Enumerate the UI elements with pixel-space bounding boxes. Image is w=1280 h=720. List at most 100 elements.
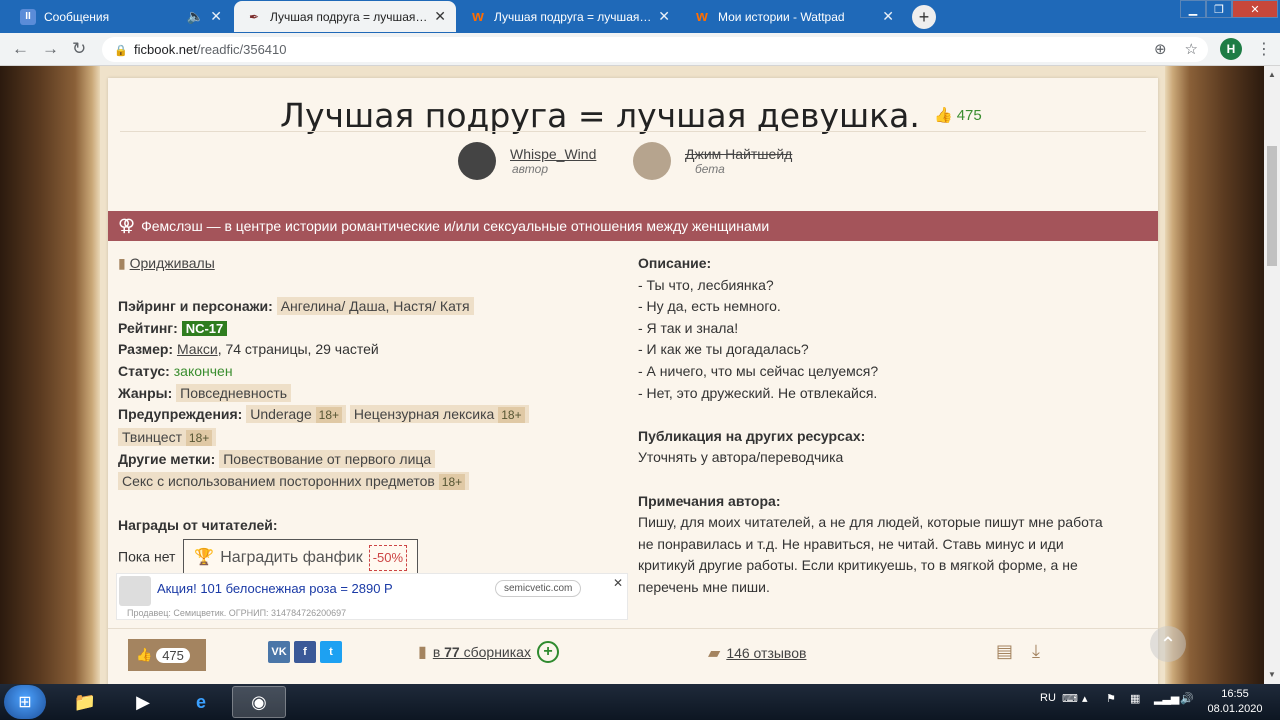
new-tab-button[interactable]: + [912,5,936,29]
ad-close-icon[interactable]: ✕ [613,576,623,590]
award-fic-button[interactable]: 🏆 Наградить фанфик -50% [183,538,419,577]
author-block: Whispe_Wind автор [458,142,596,180]
beta-avatar[interactable] [633,142,671,180]
url-host: ficbook.net [134,42,197,57]
description-line: - Нет, это дружеский. Не отвлекайся. [638,384,878,401]
page-viewport: Лучшая подруга = лучшая девушка. 👍 475 W… [0,66,1264,684]
beta-link[interactable]: Джим Найтшейд [685,146,792,162]
messages-icon: II [20,8,36,25]
direction-banner: ⚢ Фемслэш — в центре истории романтическ… [108,211,1158,241]
language-indicator[interactable]: RU [1040,692,1056,704]
address-toolbar: ← → ↻ 🔒 ficbook.net/readfic/356410 ⊕ ☆ [0,33,1280,66]
fic-description-column: Описание: - Ты что, лесбиянка? - Ну да, … [638,253,1148,599]
tray-expand-icon[interactable]: ▴ [1082,692,1088,705]
warning-tag[interactable]: Твинцест 18+ [118,427,217,446]
thumbs-up-icon: 👍 [934,107,953,124]
volume-icon[interactable]: 🔊 [1180,692,1194,705]
warning-tag[interactable]: Underage 18+ [246,405,346,424]
author-avatar[interactable] [458,142,496,180]
description-line: - А ничего, что мы сейчас целуемся? [638,362,879,379]
description-line: - Ну да, есть немного. [638,298,781,315]
bookmark-star-icon[interactable]: ☆ [1185,40,1198,58]
network-icon[interactable]: ▦ [1130,692,1140,705]
tab-title: Лучшая подруга = лучшая девушка. [494,9,652,24]
mute-icon[interactable]: 🔈 [187,8,204,25]
ad-block[interactable]: Акция! 101 белоснежная роза = 2890 Р sem… [116,573,628,620]
back-icon[interactable]: ← [12,39,29,59]
page-paper: Лучшая подруга = лучшая девушка. 👍 475 W… [100,66,1165,684]
awards-none: Пока нет [118,548,176,565]
collections-link[interactable]: ▮ в 77 сборниках + [418,641,559,663]
scroll-to-top-button[interactable]: ⌃ [1150,626,1186,662]
twitter-share-icon[interactable]: t [320,641,342,663]
minimize-button[interactable]: ▁ [1180,0,1206,18]
signal-icon[interactable]: ▂▃▅ [1154,692,1179,705]
explorer-icon[interactable]: 📁 [58,686,112,718]
chrome-icon[interactable]: ◉ [232,686,286,718]
tab-wattpad-my-stories[interactable]: w Мои истории - Wattpad ✕ [682,1,904,32]
status-value: закончен [173,362,233,379]
notes-line: перечень мне пиши. [638,578,770,595]
windows-taskbar: ⊞ 📁 ▶ e ◉ RU ⌨ ▴ ⚑ ▦ ▂▃▅ 🔊 16:55 08.01.2… [0,684,1280,720]
profile-avatar[interactable]: H [1220,38,1242,60]
ad-domain[interactable]: semicvetic.com [495,580,582,597]
add-to-collection-button[interactable]: + [536,641,559,663]
forward-icon[interactable]: → [42,39,59,59]
print-icon[interactable]: ▤ [996,641,1013,662]
scroll-down-icon[interactable]: ▼ [1268,670,1276,679]
tab-title: Лучшая подруга = лучшая девушка. [270,9,428,24]
close-tab-icon[interactable]: ✕ [434,8,446,25]
book-icon: ▮ [118,255,126,271]
facebook-share-icon[interactable]: f [294,641,316,663]
add-icon[interactable]: ⊕ [1154,40,1167,58]
tag-item[interactable]: Повествование от первого лица [219,450,436,469]
tags-label: Другие метки: [118,451,216,468]
fic-actions-bar: 👍 475 VK f t ▮ в 77 сборниках + ▰ 146 от… [108,628,1158,684]
tab-wattpad-story[interactable]: w Лучшая подруга = лучшая девушка. ✕ [458,1,680,32]
browser-menu-icon[interactable]: ⋮ [1256,39,1272,59]
close-window-button[interactable]: ✕ [1232,0,1278,18]
reviews-link[interactable]: ▰ 146 отзывов [708,643,806,663]
pairing-label: Пэйринг и персонажи: [118,298,273,315]
trophy-icon: 🏆 [194,548,215,566]
scroll-thumb[interactable] [1267,146,1277,266]
description-label: Описание: [638,255,712,271]
close-tab-icon[interactable]: ✕ [658,8,670,25]
close-tab-icon[interactable]: ✕ [882,8,894,25]
pairing-tag[interactable]: Ангелина/ Даша, Настя/ Катя [276,297,474,316]
maximize-button[interactable]: ❐ [1206,0,1232,18]
rating-badge[interactable]: NC-17 [181,320,228,336]
tab-messages[interactable]: II Сообщения 🔈 ✕ [8,1,232,32]
url-path: /readfic/356410 [196,42,287,57]
download-icon[interactable]: ⤓ [1032,641,1040,662]
page-scrollbar[interactable]: ▲ ▼ [1264,66,1280,684]
notes-line: Пишу, для моих читателей, а не для людей… [638,514,1103,531]
ad-image[interactable] [119,576,151,606]
tag-item[interactable]: Секс с использованием посторонних предме… [118,471,470,490]
keyboard-icon[interactable]: ⌨ [1062,692,1078,705]
like-button[interactable]: 👍 475 [128,639,206,671]
ad-title[interactable]: Акция! 101 белоснежная роза = 2890 Р [157,581,393,596]
publication-label: Публикация на других ресурсах: [638,427,866,444]
fandom-link[interactable]: Оридживалы [130,255,215,271]
author-link[interactable]: Whispe_Wind [510,146,596,162]
genre-tag[interactable]: Повседневность [176,383,292,402]
warning-tag[interactable]: Нецензурная лексика 18+ [349,405,529,424]
action-center-flag-icon[interactable]: ⚑ [1106,692,1116,705]
tab-ficbook[interactable]: ✒ Лучшая подруга = лучшая девушка. ✕ [234,1,456,32]
start-button[interactable]: ⊞ [4,685,46,719]
media-player-icon[interactable]: ▶ [116,686,170,718]
description-line: - Ты что, лесбиянка? [638,276,774,293]
scroll-up-icon[interactable]: ▲ [1268,70,1276,79]
wattpad-icon: w [696,8,708,25]
book-icon: ▮ [418,644,427,661]
beta-block: Джим Найтшейд бета [633,142,792,180]
close-tab-icon[interactable]: ✕ [210,8,222,25]
size-link[interactable]: Макси [177,341,218,357]
system-clock[interactable]: 16:55 08.01.2020 [1200,687,1270,717]
url-bar[interactable]: 🔒 ficbook.net/readfic/356410 ⊕ ☆ [102,37,1208,62]
internet-explorer-icon[interactable]: e [174,686,228,718]
vk-share-icon[interactable]: VK [268,641,290,663]
wattpad-icon: w [472,8,484,25]
reload-icon[interactable]: ↻ [72,39,86,59]
